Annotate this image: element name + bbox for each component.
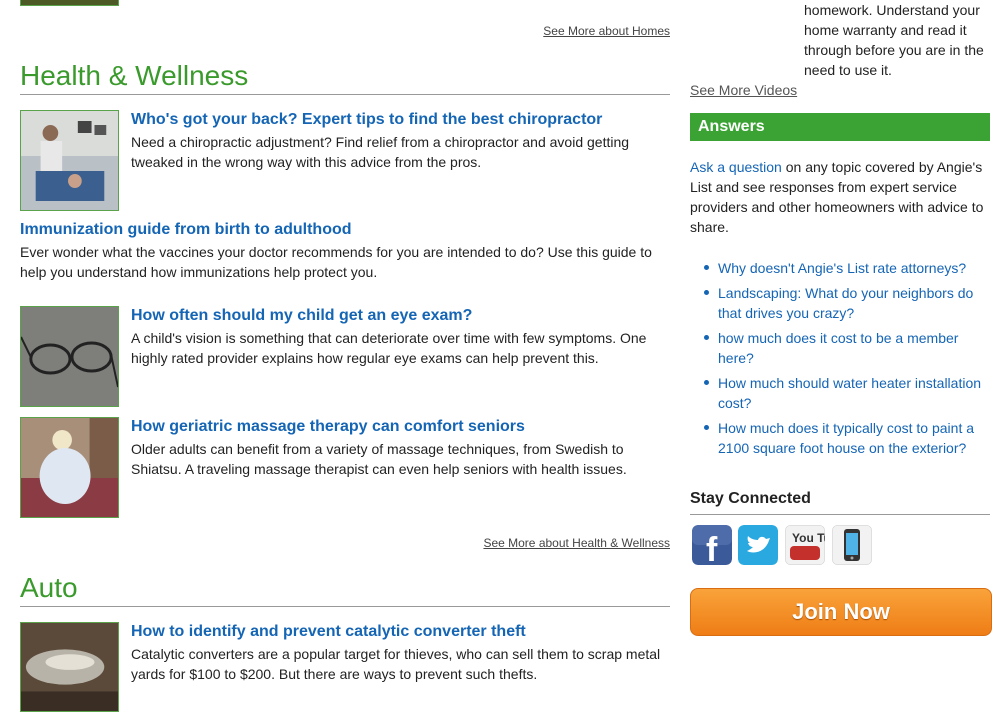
facebook-icon[interactable]: f [692,525,732,565]
twitter-icon[interactable] [738,525,778,565]
article-summary: Ever wonder what the vaccines your docto… [20,244,652,280]
article-title[interactable]: Immunization guide from birth to adultho… [20,220,352,240]
bullet-icon [704,265,709,270]
see-more-health-link[interactable]: See More about Health & Wellness [483,536,670,550]
answers-intro: Ask a question on any topic covered by A… [690,157,990,237]
svg-text:f: f [706,531,718,565]
auto-section-title: Auto [20,572,78,603]
catalytic-converter-thumbnail[interactable] [20,622,119,712]
bullet-icon [704,290,709,295]
section-divider [20,94,670,95]
chiropractor-thumbnail[interactable] [20,110,119,211]
stay-connected-heading: Stay Connected [690,490,811,507]
youtube-icon[interactable]: You Tube [785,525,825,565]
article-summary: Need a chiropractic adjustment? Find rel… [131,134,630,170]
question-link[interactable]: how much does it cost to be a member her… [718,330,958,366]
bullet-icon [704,425,709,430]
see-more-videos-link[interactable]: See More Videos [690,82,797,98]
answers-question-list: Why doesn't Angie's List rate attorneys?… [704,258,990,463]
eye-exam-thumbnail[interactable] [20,306,119,407]
question-item[interactable]: Why doesn't Angie's List rate attorneys? [704,258,990,278]
question-link[interactable]: Landscaping: What do your neighbors do t… [718,285,973,321]
bullet-icon [704,335,709,340]
article-summary: A child's vision is something that can d… [131,330,647,366]
question-item[interactable]: how much does it cost to be a member her… [704,328,990,368]
article-title[interactable]: Who's got your back? Expert tips to find… [131,110,602,130]
article-summary: Catalytic converters are a popular targe… [131,646,661,682]
article-title[interactable]: How to identify and prevent catalytic co… [131,622,526,642]
question-link[interactable]: How much does it typically cost to paint… [718,420,974,456]
question-item[interactable]: Landscaping: What do your neighbors do t… [704,283,990,323]
join-now-button[interactable]: Join Now [690,588,992,636]
see-more-homes-link[interactable]: See More about Homes [543,24,670,38]
question-link[interactable]: How much should water heater installatio… [718,375,981,411]
mobile-app-icon[interactable] [832,525,872,565]
massage-thumbnail[interactable] [20,417,119,518]
bullet-icon [704,380,709,385]
section-divider [20,606,670,607]
section-divider [690,514,990,515]
ask-question-link[interactable]: Ask a question [690,159,782,175]
homes-article-thumbnail[interactable] [20,0,119,6]
question-link[interactable]: Why doesn't Angie's List rate attorneys? [718,260,966,276]
answers-heading: Answers [690,113,990,141]
question-item[interactable]: How much does it typically cost to paint… [704,418,990,458]
question-item[interactable]: How much should water heater installatio… [704,373,990,413]
video-description: homework. Understand your home warranty … [804,2,984,78]
article-title[interactable]: How often should my child get an eye exa… [131,306,472,326]
article-summary: Older adults can benefit from a variety … [131,441,627,477]
youtube-label: You Tube [792,531,825,545]
article-title[interactable]: How geriatric massage therapy can comfor… [131,417,525,437]
health-section-title: Health & Wellness [20,60,249,91]
